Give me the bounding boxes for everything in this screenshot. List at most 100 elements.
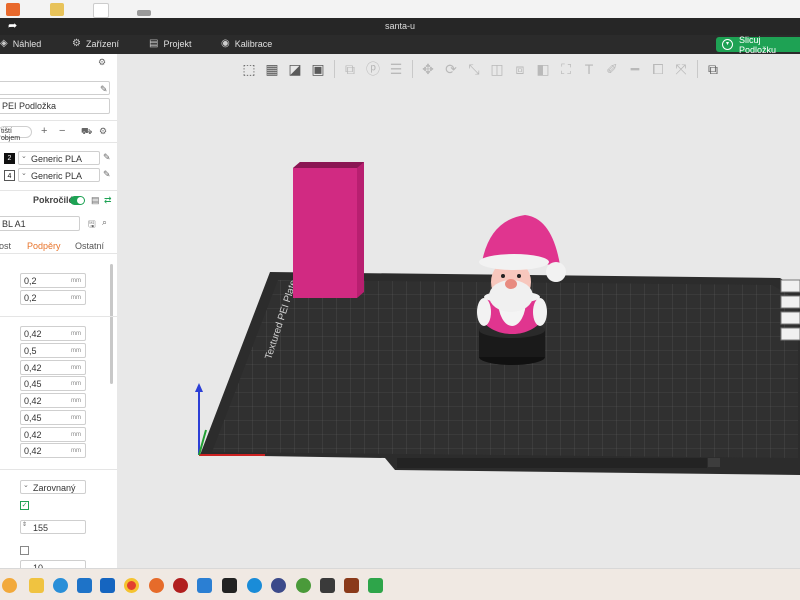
divider [0,190,117,191]
place-on-face-icon[interactable]: ◫ [486,58,508,80]
slice-plate-button[interactable]: ▾ Slicuj Podložku [716,35,800,55]
checkbox-unchecked[interactable] [20,546,29,555]
window-icon[interactable] [137,10,151,16]
value-field[interactable]: 0,42 mm [20,427,86,442]
layers-icon[interactable]: ☰ [385,58,407,80]
value-field[interactable]: 0,42 mm [20,326,86,341]
filament-badge[interactable]: 4 [4,170,15,181]
value-field[interactable]: 0,45 mm [20,376,86,391]
value-field[interactable]: 0,2 mm [20,273,86,288]
opera-icon[interactable] [173,578,188,593]
search-icon[interactable]: ⌕ [102,217,107,228]
settings-gear-icon[interactable]: ⚙ [98,57,106,68]
settings-icon[interactable]: ⚙ [99,126,107,137]
process-preset-select[interactable]: BL A1 [0,216,80,231]
view-icon[interactable]: ⧉ [702,58,724,80]
divider [0,253,117,254]
tab-others[interactable]: Ostatní [75,241,104,251]
rotate-icon[interactable]: ⟳ [440,58,462,80]
menu-nahled[interactable]: ◈ Náhled [0,39,42,50]
project-icon: ▤ [149,38,159,49]
filament-select[interactable]: Generic PLA [18,151,100,165]
assembly-icon[interactable]: ⧠ [647,58,669,80]
value-field[interactable]: 0,42 mm [20,443,86,458]
value-field[interactable]: 0,42 mm [20,360,86,375]
spin-field[interactable]: 155 [20,520,86,534]
spinner-arrows-icon[interactable]: ⇕ [22,521,27,528]
chevron-down-icon[interactable]: ▾ [722,39,733,50]
flush-volume-button[interactable]: tiští objem [0,126,32,142]
scrollbar[interactable] [110,264,113,384]
edge-icon[interactable] [53,578,68,593]
compare-icon[interactable]: ⇄ [104,195,112,206]
divider [0,120,117,121]
menu-projekt[interactable]: ▤ Projekt [149,38,191,50]
edit-icon[interactable]: ✎ [103,152,111,163]
menu-label: Náhled [12,39,42,49]
text-icon[interactable]: T [578,58,600,80]
list-icon[interactable]: ▤ [91,195,100,206]
unit-label: mm [71,398,81,404]
edit-icon[interactable]: ✎ [100,84,108,95]
game-icon[interactable] [344,578,359,593]
arrange-icon[interactable]: ▣ [307,58,329,80]
value-field[interactable]: 0,2 mm [20,290,86,305]
toggle-knob [77,197,84,204]
filament-badge[interactable]: 2 [4,153,15,164]
plus-icon[interactable]: + [41,125,47,137]
value-field[interactable]: 0,45 mm [20,410,86,425]
plate-type-select[interactable]: PEI Podložka [0,98,110,114]
color-paint-icon[interactable]: ✐ [601,58,623,80]
tab-supports[interactable]: Podpěry [27,241,61,251]
measure-icon[interactable]: ━ [624,58,646,80]
mail-icon[interactable] [100,578,115,593]
orient-icon[interactable]: ◪ [284,58,306,80]
value-field[interactable]: 0,5 mm [20,343,86,358]
torrent-icon[interactable] [296,578,311,593]
minus-icon[interactable]: − [59,125,65,137]
menu-kalibrace[interactable]: ◉ Kalibrace [221,39,272,50]
sync-icon[interactable]: ⛟ [81,126,92,138]
app-icon[interactable] [6,3,20,16]
seam-select[interactable]: Zarovnaný [20,480,86,494]
field-value: 0,42 [24,363,42,373]
chrome-icon[interactable] [124,578,139,593]
app-c-icon[interactable] [247,578,262,593]
filament-select[interactable]: Generic PLA [18,168,100,182]
fit-icon[interactable]: ⤧ [670,58,692,80]
app-icon[interactable] [271,578,286,593]
support-paint-icon[interactable]: ⛶ [555,58,577,80]
folder-icon[interactable] [50,3,64,16]
process-preset-value: BL A1 [2,219,26,229]
scale-icon[interactable]: ⤡ [463,58,485,80]
cut-icon[interactable]: ⧈ [509,58,531,80]
field-value: 0,2 [24,276,37,286]
move-icon[interactable]: ✥ [417,58,439,80]
value-field[interactable]: 0,42 mm [20,393,86,408]
3d-viewport[interactable]: Textured PEI Plate ⬚ ▦ ◪ ▣ ⧉ ⓟ ☰ ✥ ⟳ ⤡ ◫… [117,54,800,568]
copy-icon[interactable]: ⧉ [339,58,361,80]
spin-field[interactable]: 10 [20,560,86,568]
paste-icon[interactable]: ⓟ [362,58,384,80]
add-cube-icon[interactable]: ⬚ [238,58,260,80]
app-icon[interactable] [320,578,335,593]
vscode-icon[interactable] [197,578,212,593]
menu-zarizeni[interactable]: ⚙ Zařízení [72,39,119,50]
weather-icon[interactable] [2,578,17,593]
notion-icon[interactable] [222,578,237,593]
tab-quality[interactable]: ost [0,241,11,251]
store-icon[interactable] [77,578,92,593]
field-value: 0,42 [24,446,42,456]
file-explorer-icon[interactable] [29,578,44,593]
advanced-toggle[interactable] [70,196,85,205]
boolean-icon[interactable]: ◧ [532,58,554,80]
edit-icon[interactable]: ✎ [103,169,111,180]
grid-plus-icon[interactable]: ▦ [261,58,283,80]
firefox-icon[interactable] [149,578,164,593]
document-icon[interactable] [93,3,109,18]
bambu-studio-icon[interactable] [368,578,383,593]
printer-select[interactable] [0,81,110,95]
divider [0,469,117,470]
checkbox-checked[interactable]: ✓ [20,501,29,510]
save-icon[interactable]: 🖫 [88,217,96,233]
